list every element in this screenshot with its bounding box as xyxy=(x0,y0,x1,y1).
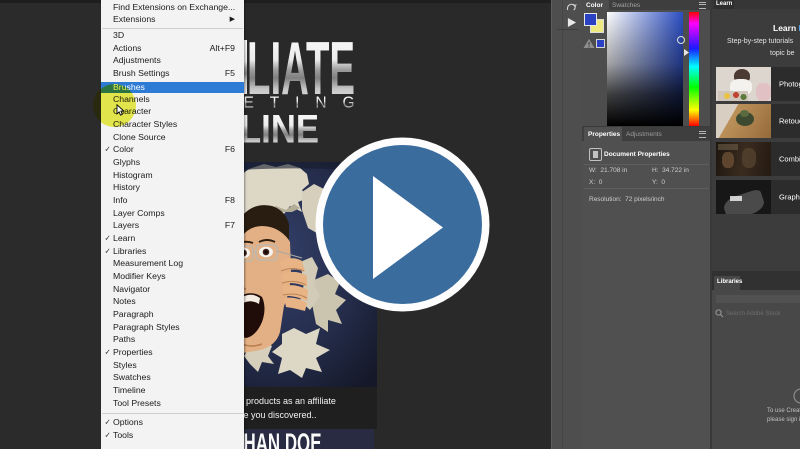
svg-text:LIATE: LIATE xyxy=(247,26,355,110)
svg-text:products as an affiliate: products as an affiliate xyxy=(246,396,336,406)
svg-text:HAN DOE: HAN DOE xyxy=(244,428,322,449)
svg-text:e you discovered..: e you discovered.. xyxy=(244,410,317,420)
svg-text:LINE: LINE xyxy=(240,108,319,152)
